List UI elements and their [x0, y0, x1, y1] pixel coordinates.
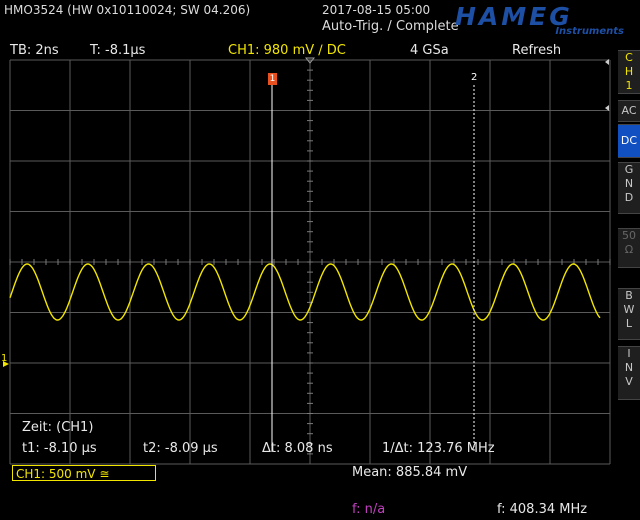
- cursor-inverse-delta-t: 1/Δt: 123.76 MHz: [382, 441, 495, 456]
- 50-ohm-button[interactable]: 50 Ω: [618, 228, 640, 268]
- frequency-measurement: f: 408.34 MHz: [497, 502, 588, 517]
- invert-button[interactable]: INV: [618, 346, 640, 400]
- gnd-button[interactable]: GND: [618, 162, 640, 214]
- ch1-waveform: [9, 263, 601, 321]
- ac-coupling-button[interactable]: AC: [618, 100, 640, 122]
- cursor-lines: [3, 85, 475, 452]
- bandwidth-limit-button[interactable]: BWL: [618, 288, 640, 340]
- ch1-ground-marker[interactable]: 1: [1, 353, 7, 364]
- cursor-title: Zeit: (CH1): [22, 420, 94, 435]
- frequency-na: f: n/a: [352, 502, 386, 517]
- cursor1-marker[interactable]: 1: [268, 73, 277, 85]
- cursor2-marker[interactable]: 2: [471, 72, 477, 83]
- graticule-grid: [9, 57, 611, 465]
- ch1-scale-box[interactable]: CH1: 500 mV ≅: [12, 465, 156, 481]
- cursor-delta-t: Δt: 8.08 ns: [262, 441, 333, 456]
- cursor-t2: t2: -8.09 µs: [143, 441, 218, 456]
- ch1-menu-button[interactable]: CH1: [618, 50, 640, 94]
- cursor-t1: t1: -8.10 µs: [22, 441, 97, 456]
- dc-coupling-button[interactable]: DC: [618, 124, 640, 158]
- mean-measurement: Mean: 885.84 mV: [352, 465, 468, 480]
